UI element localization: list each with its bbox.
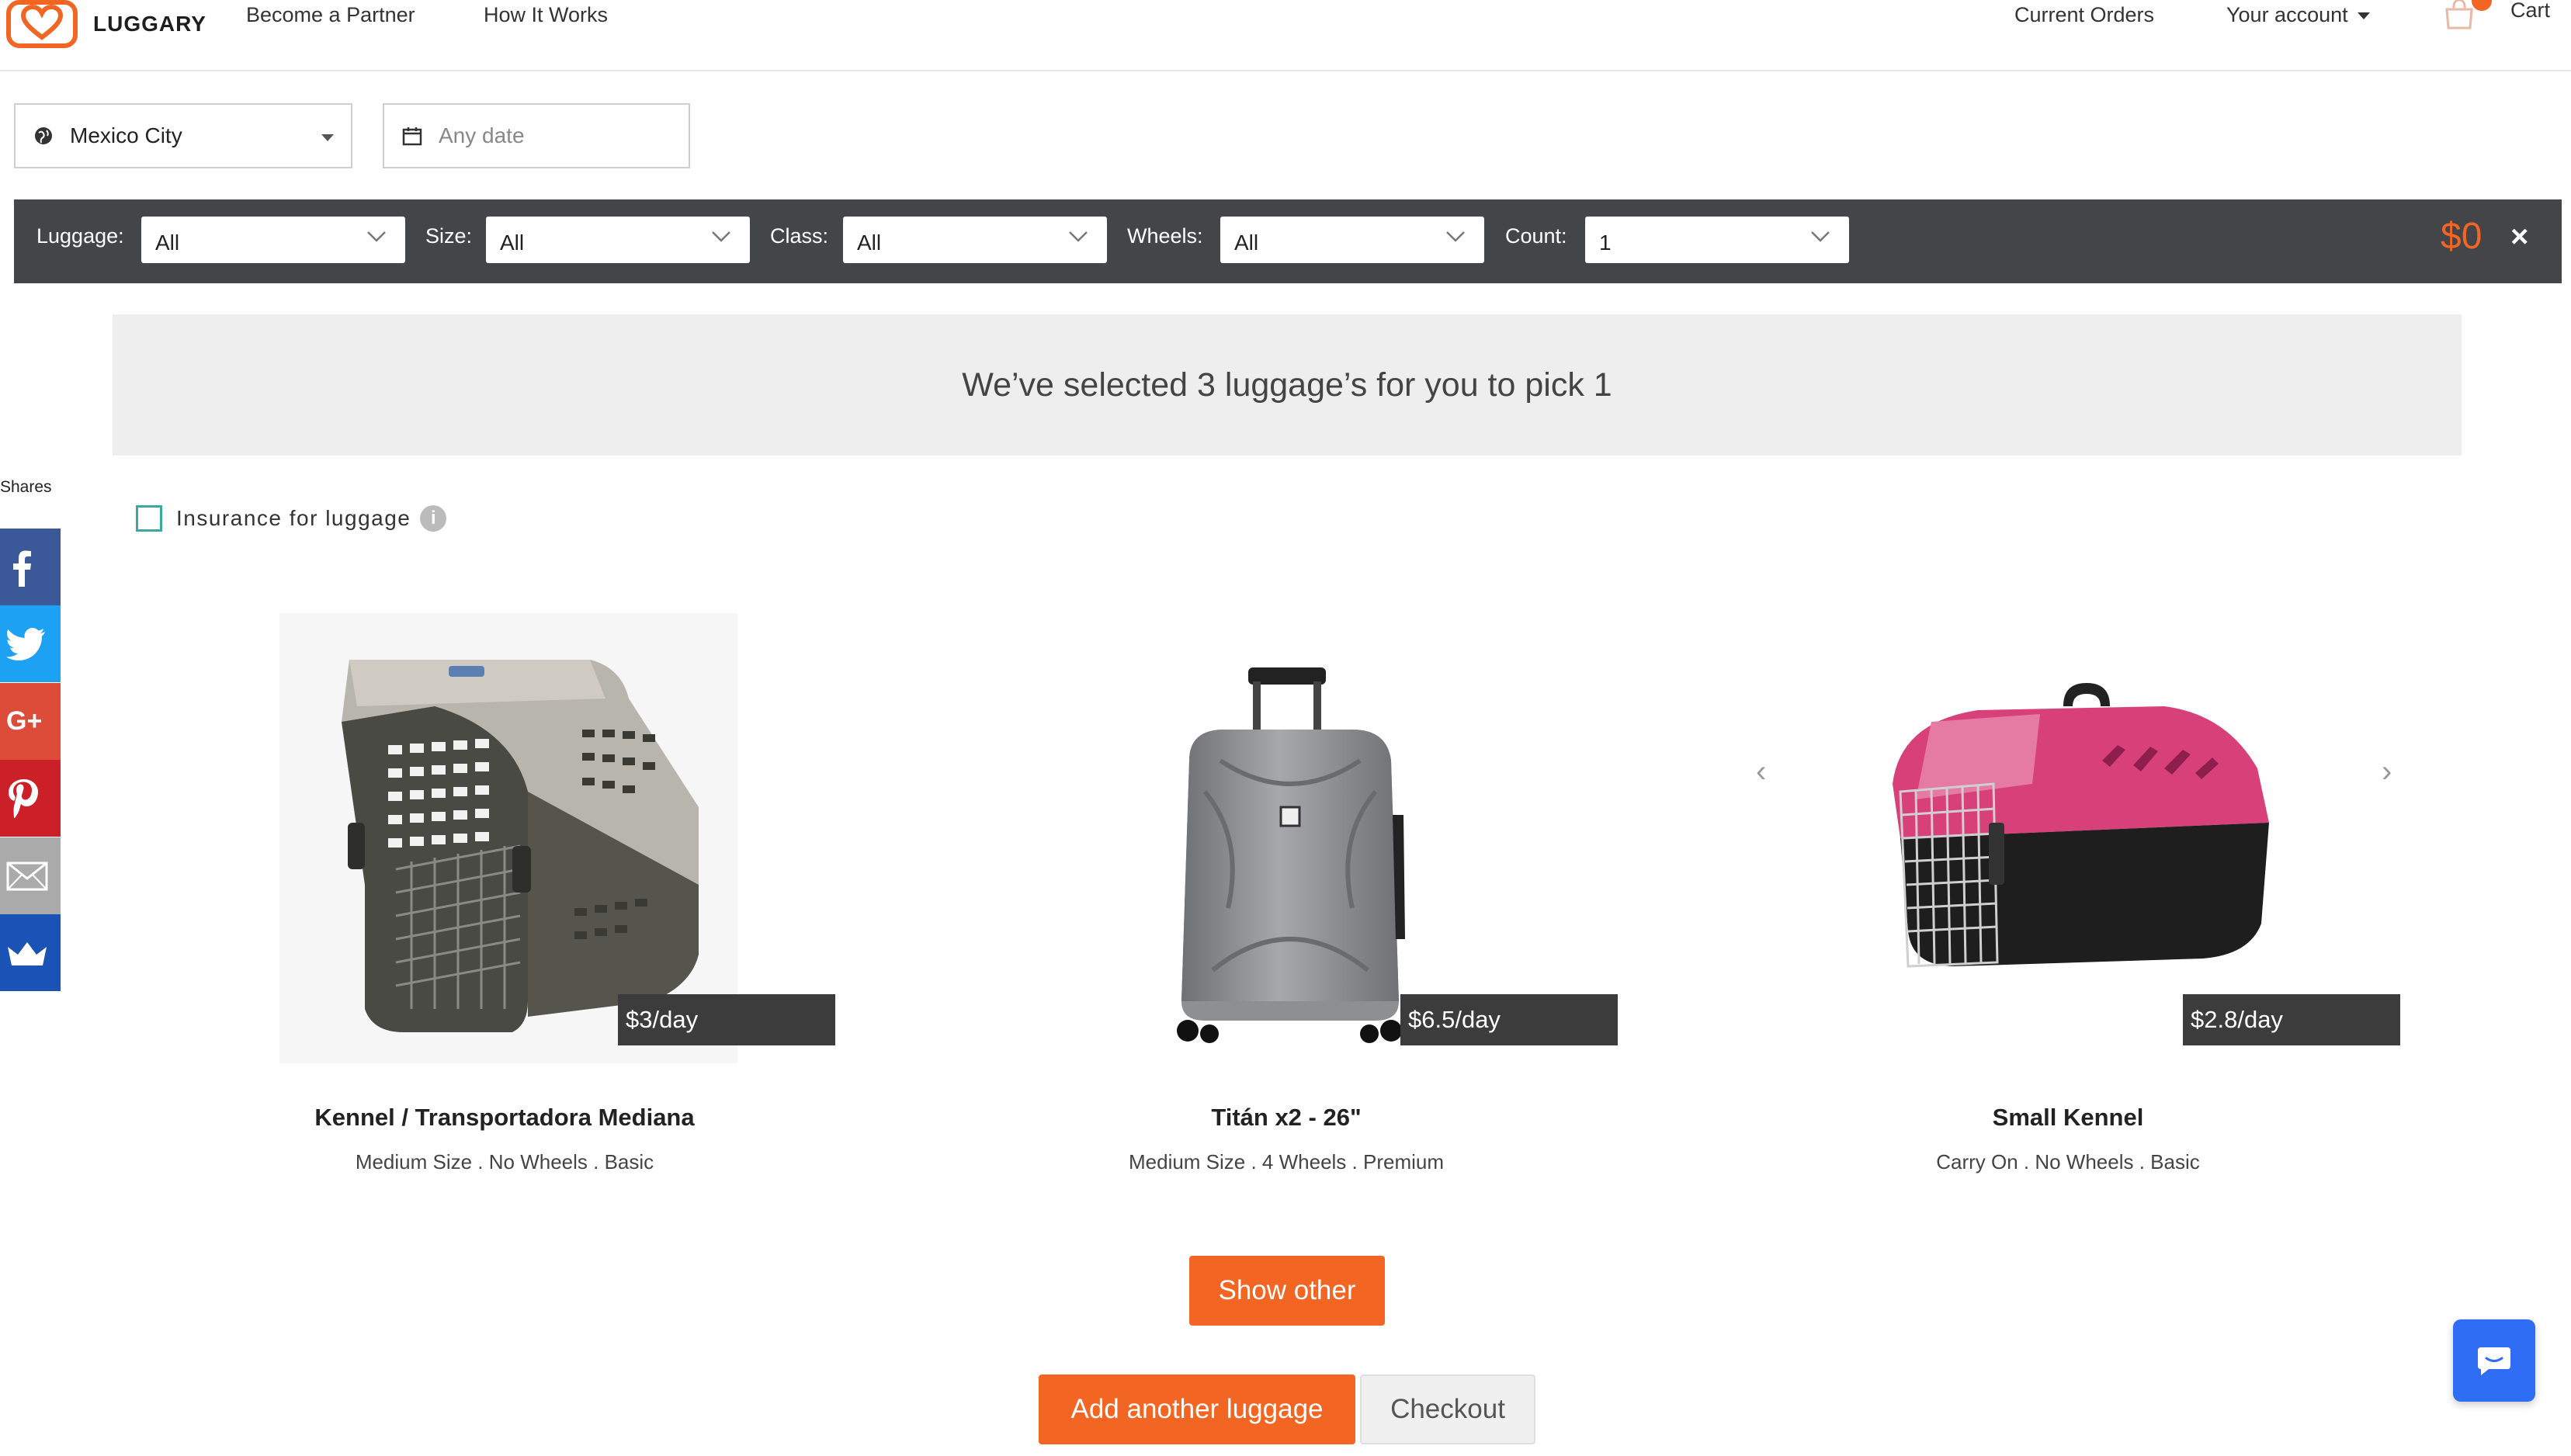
cart-link[interactable]: Cart — [2442, 0, 2566, 33]
brand-logo[interactable]: LUGGARY — [6, 0, 206, 48]
date-picker[interactable] — [383, 103, 690, 168]
email-share-button[interactable] — [0, 837, 61, 914]
shares-label: Shares — [0, 478, 52, 496]
wheels-filter-value: All — [1234, 231, 1259, 255]
chevron-down-icon — [1811, 231, 1830, 242]
chevron-down-icon — [712, 231, 730, 242]
pinterest-icon — [9, 778, 38, 818]
product-meta: Medium Size . 4 Wheels . Premium — [1128, 1150, 1444, 1173]
caret-down-icon — [2357, 12, 2370, 20]
price-tag: $2.8/day — [2183, 994, 2400, 1045]
wheels-filter-label: Wheels: — [1127, 224, 1203, 248]
class-filter-value: All — [857, 231, 882, 255]
luggage-filter-value: All — [155, 231, 180, 255]
carousel-next-arrow[interactable]: › — [2382, 754, 2392, 789]
cart-label: Cart — [2510, 0, 2551, 22]
shopping-bag-icon — [2445, 0, 2473, 29]
date-input[interactable] — [439, 123, 671, 148]
crown-icon — [8, 941, 47, 965]
filter-bar: Luggage: All Size: All Class: All Wheels… — [14, 199, 2562, 283]
google-plus-icon: G+ — [6, 706, 43, 736]
selection-banner: We’ve selected 3 luggage’s for you to pi… — [113, 314, 2462, 456]
chevron-down-icon — [1446, 231, 1465, 242]
heart-logo-icon — [6, 0, 78, 48]
chevron-down-icon — [367, 231, 386, 242]
pinterest-share-button[interactable] — [0, 760, 61, 837]
count-filter-select[interactable]: 1 — [1585, 217, 1849, 263]
class-filter-label: Class: — [770, 224, 829, 248]
city-value: Mexico City — [70, 123, 182, 147]
insurance-label: Insurance for luggage — [176, 506, 411, 530]
facebook-icon — [13, 550, 31, 587]
total-price: $0 — [2441, 216, 2483, 257]
nav-your-account[interactable]: Your account — [2226, 3, 2370, 27]
add-another-luggage-button[interactable]: Add another luggage — [1039, 1375, 1355, 1444]
product-meta: Medium Size . No Wheels . Basic — [355, 1150, 654, 1173]
globe-icon — [33, 125, 54, 147]
count-filter-label: Count: — [1505, 224, 1567, 248]
city-select[interactable]: Mexico City — [14, 103, 352, 168]
chevron-down-icon — [1069, 231, 1088, 242]
size-filter-select[interactable]: All — [486, 217, 750, 263]
sumome-share-button[interactable] — [0, 914, 61, 991]
nav-how-it-works[interactable]: How It Works — [484, 3, 608, 27]
checkout-button[interactable]: Checkout — [1360, 1375, 1535, 1444]
carousel-prev-arrow[interactable]: ‹ — [1756, 754, 1766, 789]
facebook-share-button[interactable] — [0, 529, 61, 605]
caret-down-icon — [321, 134, 334, 141]
envelope-icon — [6, 861, 48, 890]
luggage-filter-select[interactable]: All — [141, 217, 405, 263]
price-tag: $3/day — [618, 994, 835, 1045]
twitter-share-button[interactable] — [0, 605, 61, 682]
product-name[interactable]: Small Kennel — [1796, 1104, 2340, 1132]
show-other-button[interactable]: Show other — [1189, 1256, 1385, 1326]
count-filter-value: 1 — [1599, 231, 1612, 255]
wheels-filter-select[interactable]: All — [1220, 217, 1484, 263]
insurance-checkbox[interactable] — [136, 505, 162, 532]
class-filter-select[interactable]: All — [843, 217, 1107, 263]
nav-become-partner[interactable]: Become a Partner — [246, 3, 415, 27]
size-filter-label: Size: — [425, 224, 473, 248]
info-icon[interactable]: i — [420, 505, 447, 532]
chat-widget-button[interactable] — [2453, 1319, 2535, 1402]
account-label: Your account — [2226, 3, 2348, 26]
twitter-icon — [6, 627, 45, 660]
size-filter-value: All — [500, 231, 525, 255]
chat-bubble-icon — [2478, 1347, 2510, 1375]
product-meta: Carry On . No Wheels . Basic — [1936, 1150, 2200, 1173]
nav-current-orders[interactable]: Current Orders — [2014, 3, 2154, 27]
banner-text: We’ve selected 3 luggage’s for you to pi… — [962, 366, 1612, 404]
top-navbar: LUGGARY Become a Partner How It Works Cu… — [0, 0, 2571, 71]
product-name[interactable]: Kennel / Transportadora Mediana — [233, 1104, 776, 1132]
price-tag: $6.5/day — [1400, 994, 1618, 1045]
google-plus-share-button[interactable]: G+ — [0, 683, 61, 760]
insurance-option: Insurance for luggage i — [136, 505, 447, 532]
calendar-icon — [401, 125, 423, 147]
luggage-filter-label: Luggage: — [36, 224, 124, 248]
brand-name: LUGGARY — [93, 12, 206, 36]
product-name[interactable]: Titán x2 - 26" — [1015, 1104, 1558, 1132]
close-icon[interactable]: × — [2510, 220, 2528, 255]
